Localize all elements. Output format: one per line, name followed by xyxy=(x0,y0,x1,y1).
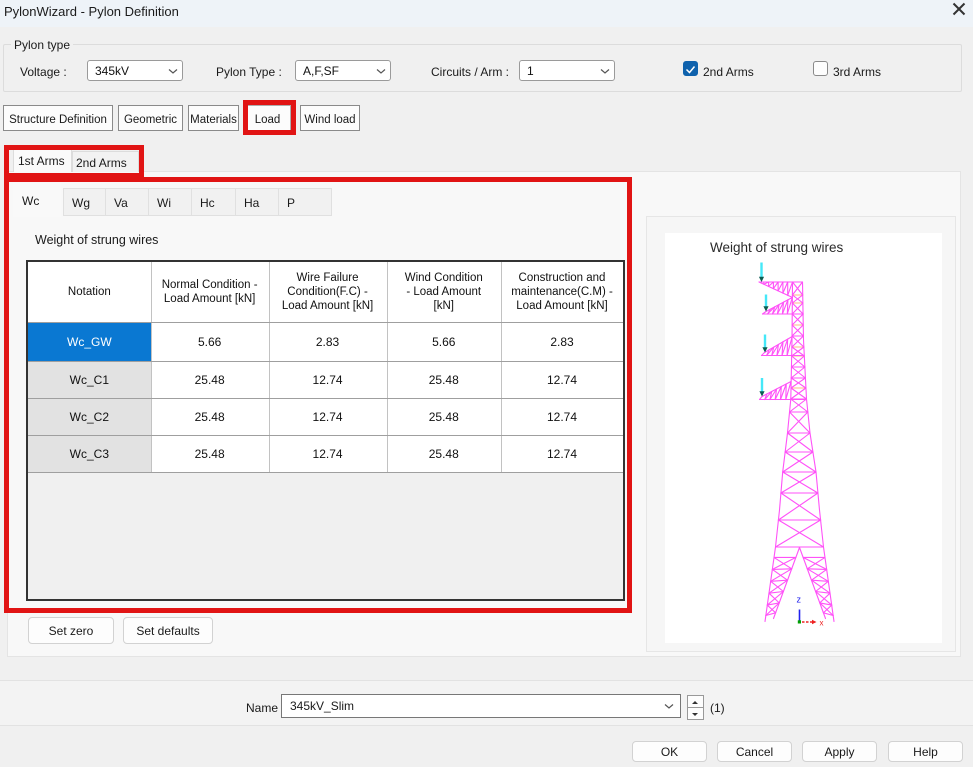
svg-text:x: x xyxy=(820,619,824,628)
svg-text:z: z xyxy=(797,595,802,605)
